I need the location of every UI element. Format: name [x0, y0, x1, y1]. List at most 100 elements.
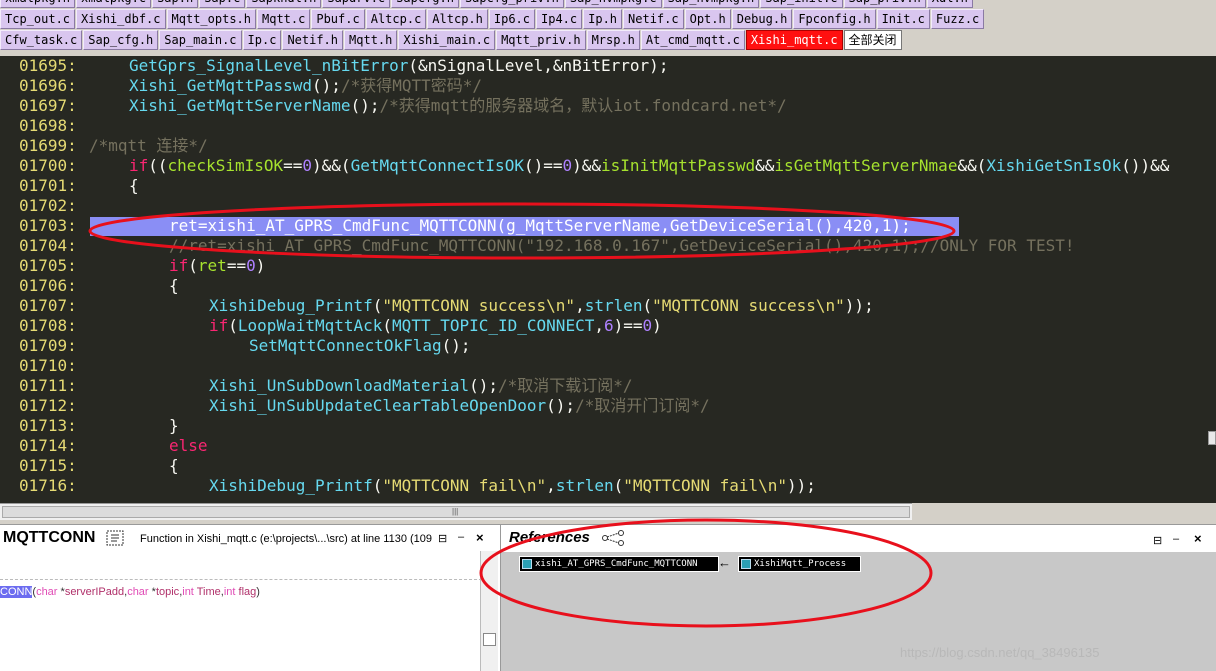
file-tab[interactable]: Altcp.h	[427, 9, 488, 29]
code-editor[interactable]: 01695: GetGprs_SignalLevel_nBitError(&nSi…	[0, 56, 1216, 503]
code-line[interactable]: 01701: {	[0, 176, 1216, 196]
close-all-tabs-button[interactable]: 全部关闭	[843, 30, 902, 50]
file-tab[interactable]: Xishi_dbf.c	[76, 9, 166, 29]
file-tab[interactable]: Sap_nvmpkg.c	[564, 0, 662, 8]
line-number: 01706:	[19, 276, 77, 295]
code-line[interactable]: 01703: ret=xishi_AT_GPRS_CmdFunc_MQTTCONN…	[0, 216, 1216, 236]
file-tab[interactable]: Ip.c	[242, 30, 282, 50]
file-tab[interactable]: Tcp_out.c	[0, 9, 76, 29]
code-line[interactable]: 01695: GetGprs_SignalLevel_nBitError(&nSi…	[0, 56, 1216, 76]
file-tab[interactable]: Ip6.c	[488, 9, 535, 29]
file-tab[interactable]: Xishi_mqtt.c	[745, 30, 843, 50]
file-tab[interactable]: Sap_main.c	[159, 30, 242, 50]
file-tab[interactable]: Cfw_task.c	[0, 30, 83, 50]
file-tab[interactable]: Pbuf.c	[311, 9, 365, 29]
file-tab[interactable]: Ip4.c	[536, 9, 583, 29]
symbol-panel-scrollbar[interactable]	[480, 551, 498, 671]
code-line[interactable]: 01708: if(LoopWaitMqttAck(MQTT_TOPIC_ID_C…	[0, 316, 1216, 336]
code-line[interactable]: 01706: {	[0, 276, 1216, 296]
signature-param-sep: *	[148, 586, 156, 598]
code-line[interactable]: 01714: else	[0, 436, 1216, 456]
file-tab[interactable]: Init.c	[876, 9, 930, 29]
code-line[interactable]: 01711: Xishi_UnSubDownloadMaterial();/*取消…	[0, 376, 1216, 396]
file-tab[interactable]: At_cmd_mqtt.c	[640, 30, 745, 50]
file-tab[interactable]: Opt.h	[684, 9, 731, 29]
file-tab[interactable]: Xishi_main.c	[398, 30, 496, 50]
code-token: Xishi_UnSubDownloadMaterial	[209, 376, 470, 395]
panel-close-button[interactable]: ×	[476, 530, 484, 545]
file-tab[interactable]: Sap_init.c	[760, 0, 843, 8]
file-tab[interactable]: Sapkhdl.h	[246, 0, 322, 8]
file-tab[interactable]: Debug.h	[731, 9, 793, 29]
panel-dock-icon[interactable]: ⊟	[438, 532, 447, 545]
code-line[interactable]: 01715: {	[0, 456, 1216, 476]
line-number: 01709:	[19, 336, 77, 355]
call-arrow-icon: ←	[718, 555, 731, 570]
file-tab[interactable]: Netif.c	[623, 9, 684, 29]
symbol-name: MQTTCONN	[3, 529, 96, 546]
file-tab[interactable]: Sap.h	[152, 0, 199, 8]
file-tab[interactable]: Mqtt_priv.h	[496, 30, 586, 50]
code-line[interactable]: 01700: if((checkSimIsOK==0)&&(GetMqttConn…	[0, 156, 1216, 176]
code-line[interactable]: 01704: //ret=xishi_AT_GPRS_CmdFunc_MQTTCO…	[0, 236, 1216, 256]
code-token: "MQTTCONN fail\n"	[623, 476, 788, 495]
file-tab[interactable]: Sap_nvmpkg.h	[662, 0, 760, 8]
line-number: 01698:	[19, 116, 77, 135]
code-line[interactable]: 01698:	[0, 116, 1216, 136]
reference-node-callee[interactable]: xishi_AT_GPRS_CmdFunc_MQTTCONN	[519, 556, 719, 572]
file-tab[interactable]: Mqtt.c	[257, 9, 311, 29]
file-tab[interactable]: Sapdrv.c	[322, 0, 391, 8]
file-tab[interactable]: Xdl.h	[926, 0, 973, 8]
file-tab[interactable]: Sapcfg_priv.h	[459, 0, 564, 8]
code-line[interactable]: 01697: Xishi_GetMqttServerName();/*获得mqtt…	[0, 96, 1216, 116]
file-tab[interactable]: Mqtt.h	[344, 30, 398, 50]
file-tab[interactable]: Altcp.c	[365, 9, 427, 29]
code-line[interactable]: 01710:	[0, 356, 1216, 376]
code-token: ((	[148, 156, 168, 175]
file-tab[interactable]: Sap_priv.h	[843, 0, 926, 8]
panel-minimize-button[interactable]: –	[1173, 533, 1179, 545]
file-tab[interactable]: Sap_cfg.h	[83, 30, 159, 50]
file-tab[interactable]: Ip.h	[583, 9, 623, 29]
file-tab[interactable]: Mqtt_opts.h	[166, 9, 256, 29]
signature-param-sep: *	[57, 586, 65, 598]
code-token: checkSimIsOK	[167, 156, 284, 175]
code-line[interactable]: 01702:	[0, 196, 1216, 216]
code-line[interactable]: 01705: if(ret==0)	[0, 256, 1216, 276]
code-token: ret=xishi_AT_GPRS_CmdFunc_MQTTCONN(g_Mqt…	[169, 216, 911, 235]
references-graph[interactable]: xishi_AT_GPRS_CmdFunc_MQTTCONN ← XishiMq…	[509, 552, 1216, 671]
editor-horizontal-scrollbar[interactable]: |||	[0, 503, 912, 520]
code-line[interactable]: 01707: XishiDebug_Printf("MQTTCONN succes…	[0, 296, 1216, 316]
signature-param-type: char	[36, 586, 58, 598]
file-tab[interactable]: Mrsp.h	[586, 30, 640, 50]
file-tab[interactable]: xmalpkg.c	[76, 0, 152, 8]
file-tab[interactable]: xmalpkg.h	[0, 0, 76, 8]
code-line[interactable]: 01716: XishiDebug_Printf("MQTTCONN fail\n…	[0, 476, 1216, 496]
file-tab[interactable]: Sap.c	[199, 0, 246, 8]
code-text: SetMqttConnectOkFlag();	[249, 336, 471, 356]
file-tab[interactable]: Fpconfig.h	[793, 9, 876, 29]
code-token: ));	[844, 296, 874, 315]
code-text: else	[169, 436, 208, 456]
panel-minimize-button[interactable]: –	[458, 531, 464, 543]
code-line[interactable]: 01709: SetMqttConnectOkFlag();	[0, 336, 1216, 356]
code-line[interactable]: 01696: Xishi_GetMqttPasswd();/*获得MQTT密码*/	[0, 76, 1216, 96]
code-text: {	[169, 456, 179, 476]
code-line[interactable]: 01713:}	[0, 416, 1216, 436]
symbol-window-icon[interactable]	[104, 529, 126, 547]
editor-vertical-scroll-marker[interactable]	[1208, 431, 1216, 445]
code-line[interactable]: 01699: /*mqtt 连接*/	[0, 136, 1216, 156]
file-tab[interactable]: Sapcfg.h	[391, 0, 459, 8]
scroll-thumb[interactable]	[483, 633, 496, 646]
code-token: else	[169, 436, 208, 455]
file-tab[interactable]: Netif.h	[282, 30, 344, 50]
code-line[interactable]: 01712: Xishi_UnSubUpdateClearTableOpenDoo…	[0, 396, 1216, 416]
line-number: 01697:	[19, 96, 77, 115]
code-token: ())&&	[1121, 156, 1170, 175]
panel-dock-icon[interactable]: ⊟	[1153, 534, 1162, 547]
file-tab[interactable]: Fuzz.c	[930, 9, 985, 29]
relation-graph-icon[interactable]	[601, 529, 627, 550]
panel-close-button[interactable]: ×	[1194, 531, 1202, 546]
symbol-context-panel: MQTTCONN Function in Xishi_mqtt.c (e:\pr…	[0, 524, 500, 671]
reference-node-caller[interactable]: XishiMqtt_Process	[738, 556, 861, 572]
